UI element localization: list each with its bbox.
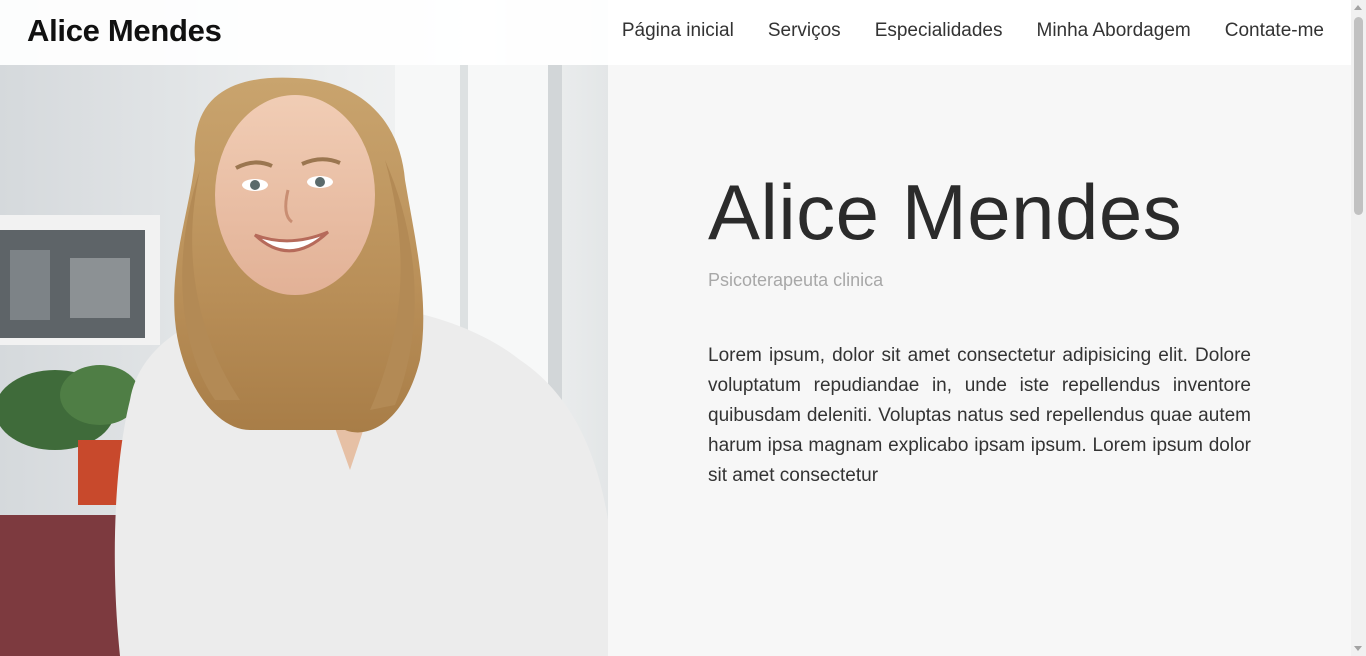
nav-link-especialidades[interactable]: Especialidades: [875, 20, 1003, 42]
brand-logo-link[interactable]: Alice Mendes: [27, 13, 222, 49]
hero-content: Alice Mendes Psicoterapeuta clinica Lore…: [608, 65, 1351, 656]
page-scrollbar[interactable]: [1351, 0, 1366, 656]
main-navigation: Página inicial Serviços Especialidades M…: [622, 20, 1324, 42]
hero-photo: [0, 0, 608, 656]
scrollbar-thumb[interactable]: [1354, 17, 1363, 215]
site-header: Alice Mendes Página inicial Serviços Esp…: [0, 0, 1351, 65]
portrait-illustration: [0, 0, 608, 656]
nav-link-servicos[interactable]: Serviços: [768, 20, 841, 42]
scroll-up-arrow-icon[interactable]: [1354, 5, 1362, 10]
nav-link-minha-abordagem[interactable]: Minha Abordagem: [1037, 20, 1191, 42]
hero-subtitle: Psicoterapeuta clinica: [708, 270, 884, 290]
hero-description: Lorem ipsum, dolor sit amet consectetur …: [708, 345, 1251, 486]
nav-link-contate-me[interactable]: Contate-me: [1225, 20, 1324, 42]
scroll-down-arrow-icon[interactable]: [1354, 646, 1362, 651]
nav-link-pagina-inicial[interactable]: Página inicial: [622, 20, 734, 42]
page: Alice Mendes Página inicial Serviços Esp…: [0, 0, 1366, 656]
hero-title: Alice Mendes: [708, 168, 1183, 256]
